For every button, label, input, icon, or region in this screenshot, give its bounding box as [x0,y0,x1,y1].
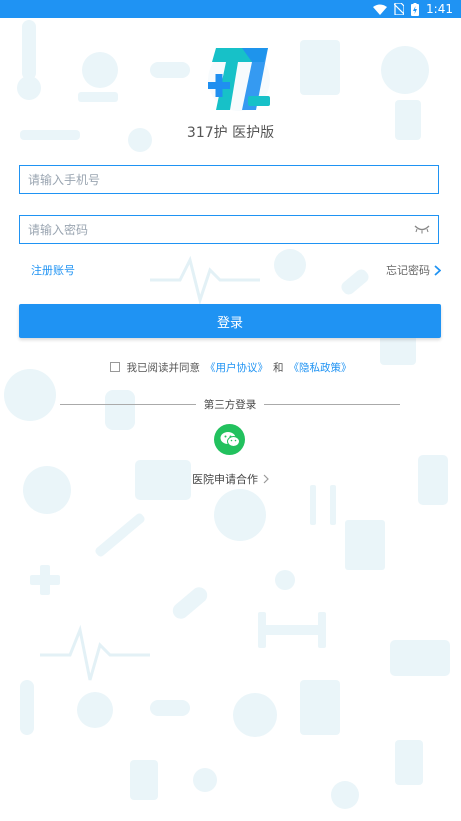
wifi-icon [373,4,388,15]
password-field[interactable] [19,215,439,244]
divider-line-right [264,403,400,405]
phone-input[interactable] [20,171,438,188]
wechat-login-button[interactable] [214,424,245,455]
agreement-prefix: 我已阅读并同意 [126,361,201,374]
third-party-divider: 第三方登录 [60,396,400,412]
agreement-row: 我已阅读并同意 《用户协议》和《隐私政策》 [0,359,461,375]
login-button[interactable]: 登录 [19,304,441,338]
phone-field[interactable] [19,165,439,194]
no-sim-icon [394,3,405,15]
chevron-right-icon [434,264,441,276]
status-time: 1:41 [426,2,453,16]
forgot-password-label: 忘记密码 [386,264,430,277]
third-party-label: 第三方登录 [203,398,257,411]
hospital-cooperation-link[interactable]: 医院申请合作 [0,471,461,487]
app-logo-icon [208,48,270,111]
status-bar: 1:41 [0,0,461,18]
account-links-row: 注册账号 忘记密码 [31,262,441,278]
eye-closed-icon[interactable] [414,224,430,234]
agreement-and: 和 [273,361,284,374]
app-name: 317护 医护版 [186,125,275,141]
divider-line-left [60,403,196,405]
battery-charging-icon [411,2,420,16]
privacy-policy-link[interactable]: 《隐私政策》 [289,360,352,375]
wechat-icon [220,432,240,447]
agreement-checkbox[interactable] [109,362,120,372]
forgot-password-link[interactable]: 忘记密码 [386,262,441,278]
register-link[interactable]: 注册账号 [31,262,75,278]
user-agreement-link[interactable]: 《用户协议》 [205,360,268,375]
chevron-right-icon [263,474,269,484]
password-input[interactable] [20,221,438,238]
hospital-cooperation-label: 医院申请合作 [192,473,258,486]
